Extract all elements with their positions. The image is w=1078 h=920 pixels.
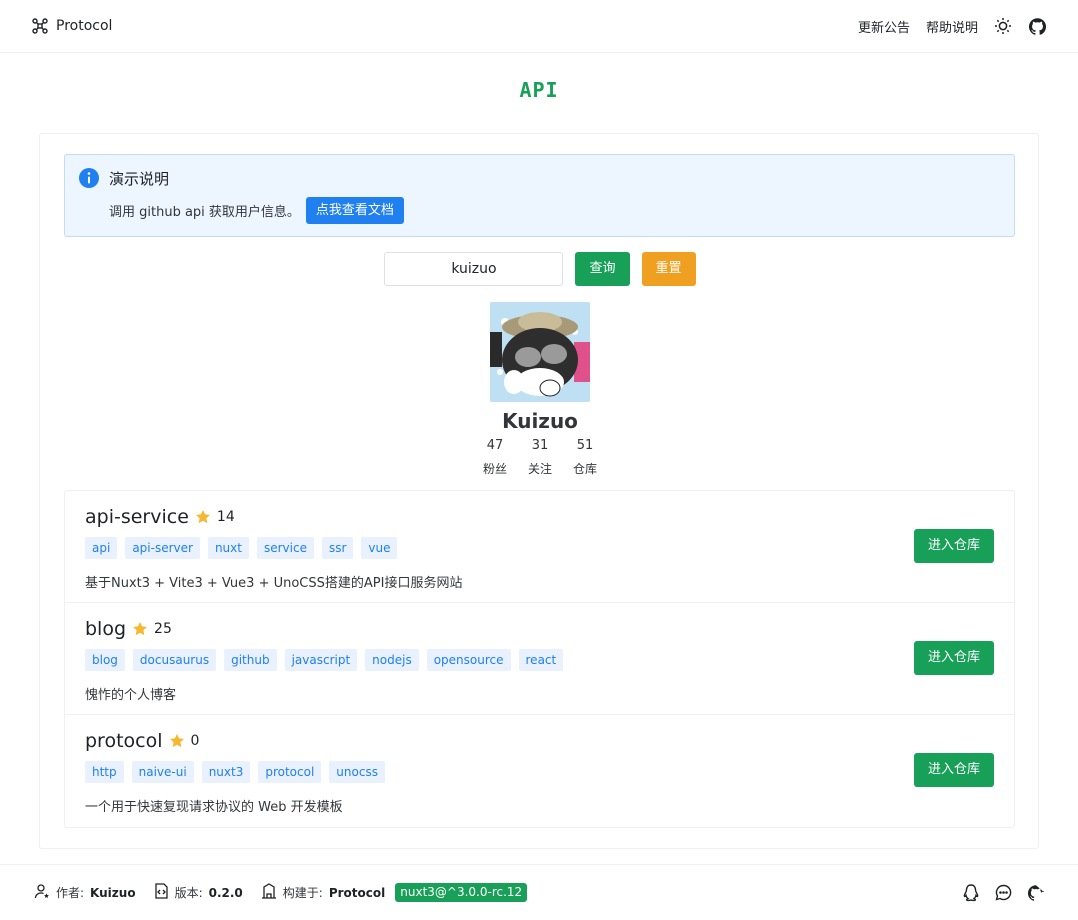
repo-header: blog 25 [85, 618, 172, 640]
logo-icon [32, 18, 48, 34]
repo-tag: api-server [125, 537, 200, 559]
repo-tag: react [518, 649, 564, 671]
search-row: kuizuo 查询 重置 [40, 252, 1040, 286]
repo-name[interactable]: protocol [85, 730, 163, 752]
stat-value: 47 [486, 438, 504, 453]
list-item: api-service 14 api api-server nuxt servi… [65, 491, 1014, 603]
info-alert: 演示说明 调用 github api 获取用户信息。 点我查看文档 [64, 154, 1015, 237]
qq-icon[interactable] [963, 883, 979, 902]
user-icon [34, 883, 50, 902]
repo-stars: 25 [154, 621, 172, 637]
repo-tag: nuxt [207, 537, 249, 559]
repo-tag: docusaurus [132, 649, 217, 671]
code-file-icon [154, 883, 169, 902]
alert-body: 调用 github api 获取用户信息。 点我查看文档 [109, 197, 404, 224]
top-header: Protocol 更新公告 帮助说明 [0, 0, 1078, 53]
username-input[interactable]: kuizuo [384, 252, 564, 286]
alert-title: 演示说明 [109, 170, 170, 188]
repo-tag: javascript [284, 649, 358, 671]
footer-links [963, 883, 1044, 902]
repo-tag: api [85, 537, 118, 559]
enter-repo-button[interactable]: 进入仓库 [913, 641, 994, 675]
repo-tag: nuxt3 [201, 761, 251, 783]
version-value: 0.2.0 [208, 885, 243, 900]
repo-name[interactable]: api-service [85, 506, 189, 528]
stat-followers: 47 粉丝 [481, 436, 510, 482]
author-value[interactable]: Kuizuo [90, 886, 136, 900]
repo-tag: protocol [258, 761, 322, 783]
footer-info: 作者: Kuizuo 版本: 0.2.0 构建于: Protocol nuxt3… [34, 883, 528, 902]
star-icon [169, 733, 185, 749]
alert-text: 调用 github api 获取用户信息。 [109, 205, 300, 220]
github-icon[interactable] [1028, 17, 1046, 35]
repo-stars: 0 [190, 733, 200, 749]
query-button[interactable]: 查询 [575, 252, 630, 286]
author-label: 作者: [56, 886, 85, 900]
page-title: API [519, 78, 559, 102]
star-icon [132, 621, 148, 637]
stat-following: 31 关注 [526, 436, 555, 482]
repo-tag: vue [361, 537, 398, 559]
repo-tags: http naive-ui nuxt3 protocol unocss [85, 761, 385, 783]
repo-header: api-service 14 [85, 506, 235, 528]
view-docs-button[interactable]: 点我查看文档 [305, 197, 404, 224]
repo-tag: opensource [426, 649, 511, 671]
stat-label: 粉丝 [482, 462, 507, 476]
list-item: blog 25 blog docusaurus github javascrip… [65, 603, 1014, 715]
stat-label: 仓库 [572, 462, 597, 476]
list-item: protocol 0 http naive-ui nuxt3 protocol … [65, 715, 1014, 827]
user-stats: 47 粉丝 31 关注 51 仓库 [481, 436, 600, 482]
repo-tag: blog [85, 649, 125, 671]
repo-tag: ssr [321, 537, 354, 559]
info-icon [78, 167, 100, 189]
repo-tag: http [85, 761, 124, 783]
chat-icon[interactable] [995, 884, 1012, 901]
brand-link[interactable]: Protocol [32, 18, 112, 34]
built-label: 构建于: [282, 886, 323, 900]
footer-author: 作者: Kuizuo [34, 883, 136, 902]
building-icon [261, 883, 277, 902]
nav-help[interactable]: 帮助说明 [926, 17, 978, 36]
repo-tag: naive-ui [131, 761, 194, 783]
repo-tag: service [256, 537, 314, 559]
repo-tags: api api-server nuxt service ssr vue [85, 537, 398, 559]
sun-icon[interactable] [994, 17, 1012, 35]
enter-repo-button[interactable]: 进入仓库 [913, 753, 994, 787]
repo-tag: github [224, 649, 277, 671]
main-card: 演示说明 调用 github api 获取用户信息。 点我查看文档 kuizuo… [39, 133, 1039, 849]
repo-tag: nodejs [365, 649, 419, 671]
version-badge: nuxt3@^3.0.0-rc.12 [395, 883, 528, 902]
footer-version: 版本: 0.2.0 [154, 883, 243, 902]
repo-description: 愧怍的个人博客 [85, 688, 177, 703]
user-name: Kuizuo [502, 409, 578, 433]
repo-description: 一个用于快速复现请求协议的 Web 开发模板 [85, 800, 343, 815]
repo-header: protocol 0 [85, 730, 199, 752]
github-icon[interactable] [1028, 884, 1044, 901]
star-icon [195, 509, 211, 525]
repo-description: 基于Nuxt3 + Vite3 + Vue3 + UnoCSS搭建的API接口服… [85, 576, 463, 591]
stat-value: 31 [531, 438, 549, 453]
top-nav: 更新公告 帮助说明 [858, 17, 1046, 36]
footer-built: 构建于: Protocol nuxt3@^3.0.0-rc.12 [261, 883, 528, 902]
brand-name: Protocol [56, 18, 113, 34]
enter-repo-button[interactable]: 进入仓库 [913, 529, 994, 563]
page-footer: 作者: Kuizuo 版本: 0.2.0 构建于: Protocol nuxt3… [0, 864, 1078, 920]
stat-label: 关注 [527, 462, 552, 476]
reset-button[interactable]: 重置 [641, 252, 696, 286]
repo-stars: 14 [216, 509, 235, 525]
repo-list: api-service 14 api api-server nuxt servi… [64, 490, 1015, 828]
avatar [490, 302, 590, 402]
stat-repos: 51 仓库 [571, 436, 600, 482]
repo-tags: blog docusaurus github javascript nodejs… [85, 649, 564, 671]
nav-announcements[interactable]: 更新公告 [858, 17, 910, 36]
user-profile: Kuizuo 47 粉丝 31 关注 51 仓库 [40, 302, 1040, 482]
repo-name[interactable]: blog [85, 618, 126, 640]
built-value[interactable]: Protocol [329, 886, 385, 900]
stat-value: 51 [576, 438, 594, 453]
repo-tag: unocss [329, 761, 385, 783]
version-label: 版本: [174, 886, 203, 900]
